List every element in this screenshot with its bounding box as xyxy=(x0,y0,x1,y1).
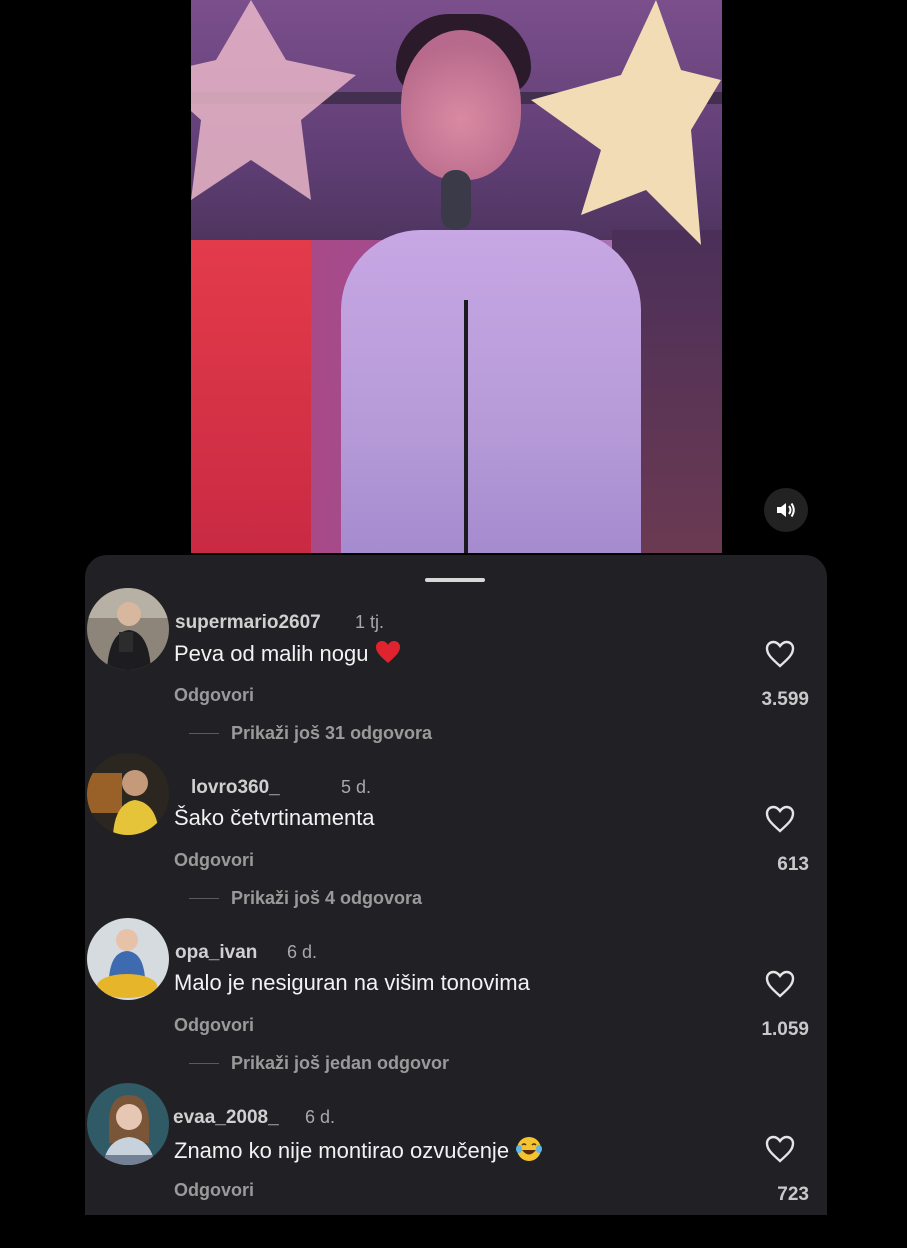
like-count: 3.599 xyxy=(761,689,809,710)
sheet-drag-handle[interactable] xyxy=(425,578,485,582)
avatar-image xyxy=(87,588,169,670)
comment-text: Malo je nesiguran na višim tonovima xyxy=(174,970,530,995)
like-count: 1.059 xyxy=(761,1019,809,1040)
comment-username[interactable]: evaa_2008_ xyxy=(173,1107,279,1129)
comment-item: lovro360_ 5 d. Šako četvrtinamenta Odgov… xyxy=(85,753,827,918)
speaker-icon xyxy=(777,502,795,518)
comment-username[interactable]: lovro360_ xyxy=(191,777,280,799)
like-heart-icon[interactable] xyxy=(765,640,795,668)
video-player[interactable] xyxy=(191,0,722,553)
comment-text-content: Znamo ko nije montirao ozvučenje xyxy=(174,1138,516,1163)
like-count: 723 xyxy=(777,1184,809,1205)
comment-text: Znamo ko nije montirao ozvučenje xyxy=(174,1135,543,1164)
comment-username[interactable]: supermario2607 xyxy=(175,612,321,634)
video-microphone xyxy=(441,170,471,230)
avatar[interactable] xyxy=(87,588,169,670)
reply-button[interactable]: Odgovori xyxy=(174,685,254,706)
view-more-replies-button[interactable]: Prikaži još jedan odgovor xyxy=(188,1053,449,1074)
avatar[interactable] xyxy=(87,753,169,835)
comments-sheet: supermario2607 1 tj. Peva od malih nogu … xyxy=(85,555,827,1215)
reply-button[interactable]: Odgovori xyxy=(174,1180,254,1201)
view-more-replies-button[interactable]: Prikaži još 4 odgovora xyxy=(188,888,422,909)
decor-star-right xyxy=(531,0,721,245)
video-singer-face xyxy=(401,30,521,180)
like-heart-icon[interactable] xyxy=(765,970,795,998)
comment-item: opa_ivan 6 d. Malo je nesiguran na višim… xyxy=(85,918,827,1083)
tears-of-joy-emoji-icon xyxy=(516,1137,543,1161)
comment-time: 6 d. xyxy=(305,1107,336,1127)
comment-username[interactable]: opa_ivan xyxy=(175,942,257,964)
comment-item: supermario2607 1 tj. Peva od malih nogu … xyxy=(85,588,827,753)
avatar-image xyxy=(87,1083,169,1165)
avatar-image xyxy=(87,918,169,1000)
reply-button[interactable]: Odgovori xyxy=(174,850,254,871)
like-heart-icon[interactable] xyxy=(765,805,795,833)
decor-star-left xyxy=(191,0,356,200)
video-mic-stand xyxy=(464,300,468,553)
red-heart-emoji-icon xyxy=(375,641,400,663)
view-more-replies-button[interactable]: Prikaži još 31 odgovora xyxy=(188,723,432,744)
comment-time: 1 tj. xyxy=(355,612,385,632)
comment-text: Peva od malih nogu xyxy=(174,640,401,667)
like-heart-icon[interactable] xyxy=(765,1135,795,1163)
comment-time: 5 d. xyxy=(341,777,372,797)
video-red-panel xyxy=(191,240,311,553)
comment-text: Šako četvrtinamenta xyxy=(174,805,375,830)
comment-text-content: Peva od malih nogu xyxy=(174,641,369,666)
comment-time: 6 d. xyxy=(287,942,318,962)
sound-toggle-button[interactable] xyxy=(764,488,808,532)
comment-item: evaa_2008_ 6 d. Znamo ko nije montirao o… xyxy=(85,1083,827,1248)
avatar-image xyxy=(87,753,169,835)
avatar[interactable] xyxy=(87,1083,169,1165)
avatar[interactable] xyxy=(87,918,169,1000)
video-singer-shirt xyxy=(341,230,641,553)
like-count: 613 xyxy=(777,854,809,875)
reply-button[interactable]: Odgovori xyxy=(174,1015,254,1036)
